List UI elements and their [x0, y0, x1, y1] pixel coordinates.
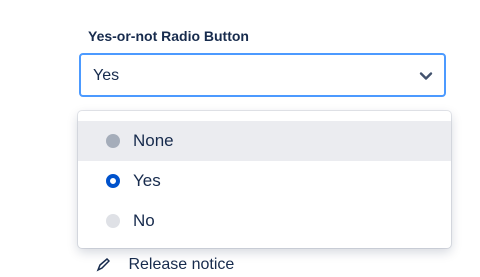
- radio-unselected-icon: [106, 214, 120, 228]
- partial-item-label: Release notice: [128, 256, 235, 273]
- option-none[interactable]: None: [78, 121, 451, 161]
- field-label: Yes-or-not Radio Button: [88, 28, 249, 44]
- option-label: Yes: [133, 171, 161, 190]
- radio-unselected-icon: [106, 134, 120, 148]
- option-label: None: [133, 131, 174, 150]
- dropdown-menu: None Yes No: [78, 111, 451, 248]
- pencil-icon: [96, 257, 111, 272]
- radio-select[interactable]: Yes: [79, 53, 446, 97]
- option-yes[interactable]: Yes: [78, 161, 451, 201]
- selected-value: Yes: [93, 67, 120, 84]
- option-label: No: [133, 211, 155, 230]
- partial-list-item: Release notice: [96, 256, 234, 274]
- chevron-down-icon[interactable]: [418, 68, 434, 84]
- radio-selected-icon: [106, 174, 120, 188]
- option-no[interactable]: No: [78, 201, 451, 241]
